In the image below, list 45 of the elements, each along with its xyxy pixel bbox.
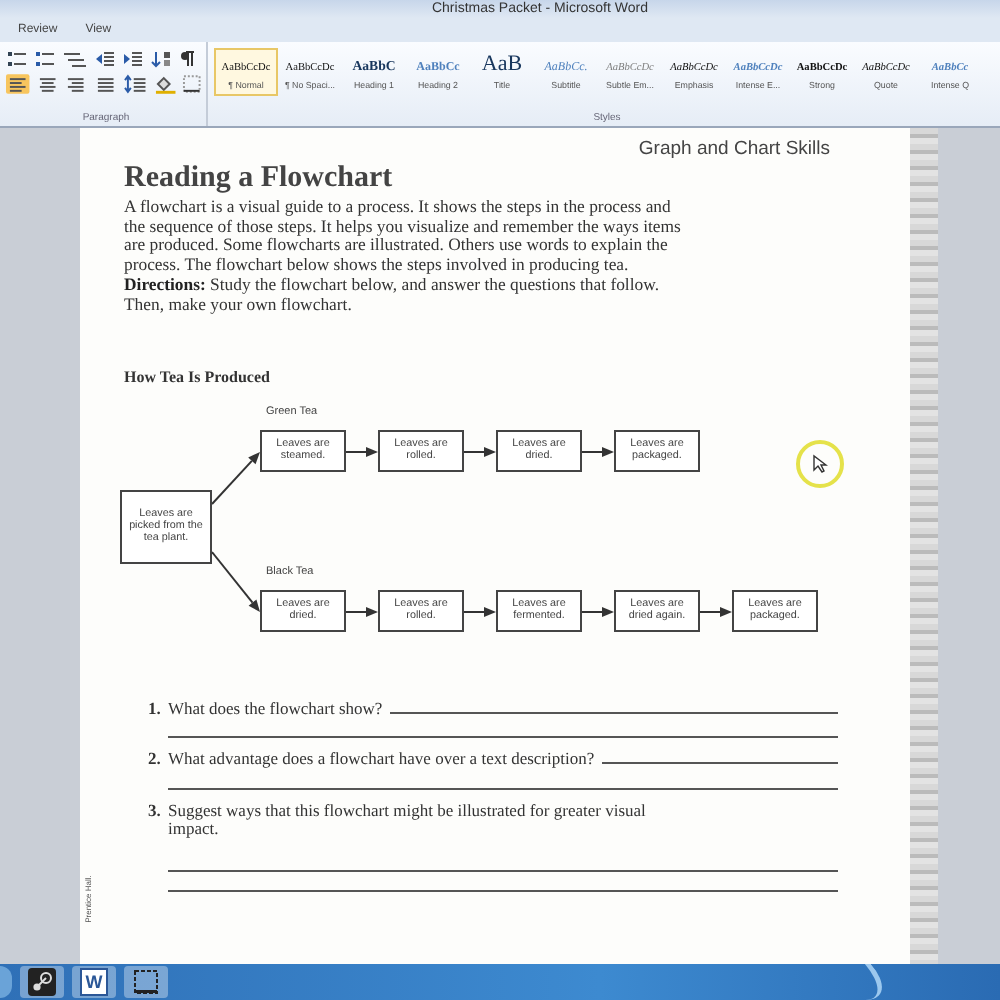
page-header: Graph and Chart Skills (636, 138, 832, 160)
question-text: Suggest ways that this flowchart might be illustrated for greater visual impact. (168, 801, 648, 840)
alignment-button[interactable] (6, 74, 30, 94)
arrow (346, 605, 378, 618)
document-title: Reading a Flowchart (124, 162, 395, 196)
arrow (346, 445, 378, 458)
flowchart-title: How Tea Is Produced (124, 367, 272, 388)
line-spacing-icon[interactable] (123, 74, 148, 94)
arrow (464, 605, 496, 618)
pilcrow-icon[interactable] (178, 50, 196, 68)
word-icon: W (80, 968, 108, 996)
arrow (464, 445, 496, 458)
borders-icon[interactable] (182, 74, 207, 94)
question-number: 3. (148, 801, 163, 821)
decrease-indent-icon[interactable] (94, 50, 116, 68)
cursor-icon (812, 453, 828, 474)
taskbar-button[interactable] (124, 966, 168, 998)
intro-paragraph: A flowchart is a visual guide to a process. It shows the steps in the process and the sequence of those steps. It helps you visualize and remember the ways items are produced. Some flowcharts are illustrated. Others use words to explain the process. The flowchart below shows the steps involved in producing tea. (124, 198, 683, 275)
question-number: 2. (148, 750, 163, 770)
answer-line[interactable] (390, 711, 838, 714)
answer-line[interactable] (602, 762, 838, 765)
directions-paragraph: Directions: Study the flowchart below, and answer the questions that follow. Then, make your own flowchart. (124, 276, 661, 316)
taskbar-button[interactable]: W (72, 966, 116, 998)
taskbar-button[interactable] (20, 966, 64, 998)
answer-line[interactable] (168, 869, 838, 872)
answer-line[interactable] (168, 736, 838, 739)
question-text: What does the flowchart show? (168, 699, 383, 719)
answer-line[interactable] (168, 787, 838, 790)
arrow (582, 605, 614, 618)
sort-icon[interactable] (150, 50, 172, 68)
arrow (700, 605, 732, 618)
alignment-button[interactable] (94, 74, 118, 94)
start-button[interactable] (0, 966, 12, 998)
paint-bucket-icon[interactable] (153, 74, 177, 94)
alignment-button[interactable] (64, 74, 89, 94)
question-text: What advantage does a flowchart have over a text description? (168, 750, 595, 770)
numbering-icon[interactable] (34, 50, 56, 68)
increase-indent-icon[interactable] (122, 50, 144, 68)
alignment-button[interactable] (35, 74, 59, 94)
answer-line[interactable] (168, 889, 838, 892)
multilevel-list-icon[interactable] (62, 50, 88, 68)
question-number: 1. (148, 699, 163, 719)
bullets-icon[interactable] (6, 50, 28, 68)
snipping-icon (132, 968, 160, 996)
arrow (582, 445, 614, 458)
